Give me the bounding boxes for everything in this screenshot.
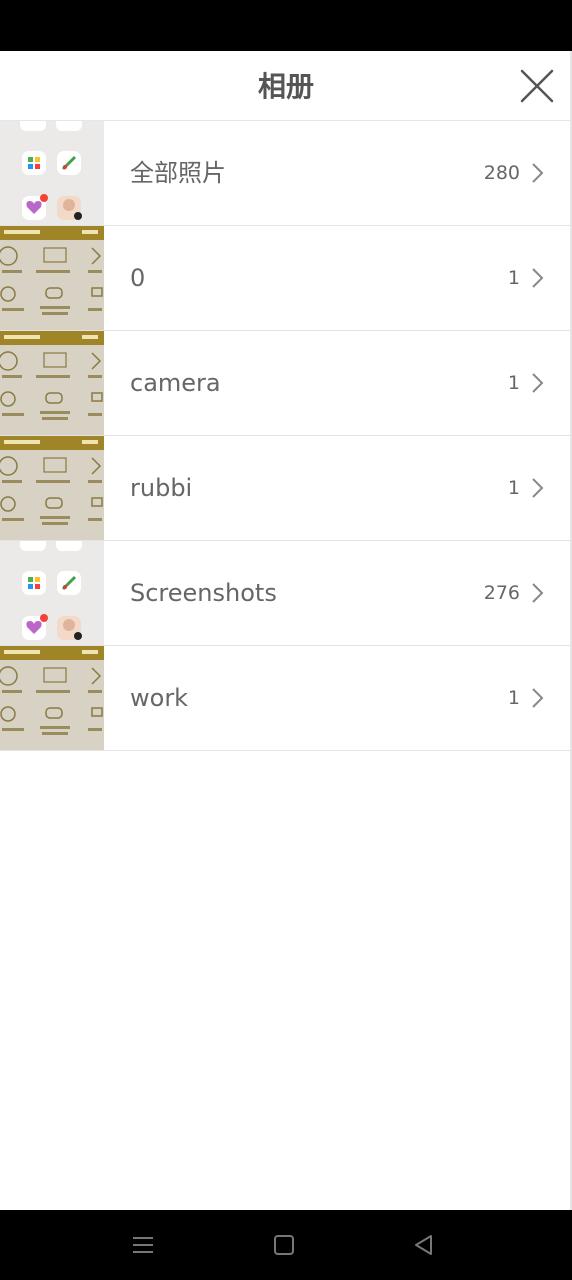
album-count: 1 [507,687,520,709]
album-count: 276 [483,582,520,604]
album-name: work [130,684,189,712]
album-row-camera[interactable]: camera 1 [0,331,572,436]
close-icon[interactable] [516,65,558,107]
album-name: camera [130,369,221,397]
laptop-box-thumbnail-image [0,331,104,435]
page-title: 相册 [257,70,314,103]
album-name: rubbi [130,474,193,502]
album-name: Screenshots [130,579,277,607]
home-square-icon[interactable] [271,1232,297,1258]
album-count: 1 [507,372,520,394]
status-bar [0,0,572,51]
laptop-box-thumbnail-image [0,436,104,540]
album-row-rubbi[interactable]: rubbi 1 [0,436,572,541]
home-screen-thumbnail-image [0,541,104,645]
album-thumbnail [0,436,104,540]
laptop-box-thumbnail-image [0,226,104,330]
album-count: 1 [507,267,520,289]
album-row-work[interactable]: work 1 [0,646,572,751]
album-thumbnail [0,226,104,330]
album-row-0[interactable]: 0 1 [0,226,572,331]
chevron-right-icon [532,373,544,393]
album-count: 280 [483,162,520,184]
chevron-right-icon [532,163,544,183]
chevron-right-icon [532,688,544,708]
navigation-bar [0,1210,572,1280]
album-name: 0 [130,264,146,292]
chevron-right-icon [532,268,544,288]
chevron-right-icon [532,583,544,603]
album-thumbnail [0,331,104,435]
album-name: 全部照片 [130,159,226,187]
menu-icon[interactable] [130,1232,156,1258]
back-triangle-icon[interactable] [411,1232,437,1258]
laptop-box-thumbnail-image [0,646,104,750]
album-row-all-photos[interactable]: 全部照片 280 [0,121,572,226]
album-thumbnail [0,121,104,225]
album-thumbnail [0,646,104,750]
header: 相册 [0,51,572,121]
album-thumbnail [0,541,104,645]
album-list: 全部照片 280 0 1 camera 1 rubbi 1 Screenshot… [0,121,572,751]
chevron-right-icon [532,478,544,498]
home-screen-thumbnail-image [0,121,104,225]
album-count: 1 [507,477,520,499]
album-row-screenshots[interactable]: Screenshots 276 [0,541,572,646]
